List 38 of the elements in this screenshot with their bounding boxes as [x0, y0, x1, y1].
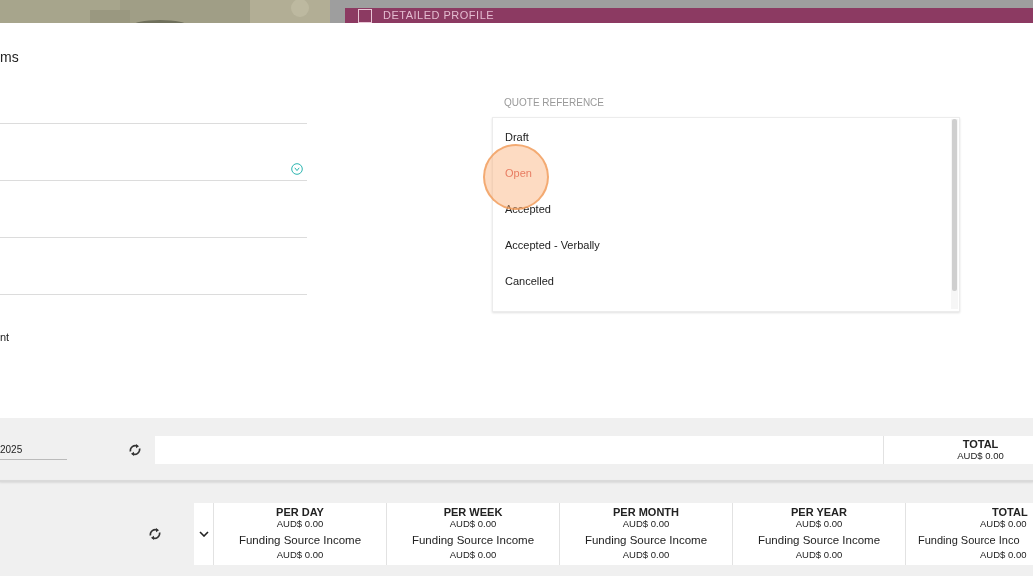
amount-text: AUD$ 0.00 [448, 549, 498, 560]
income-label: Funding Source Income [583, 533, 709, 547]
dropdown-icon [291, 163, 303, 175]
amount-text: AUD$ 0.00 [275, 549, 325, 560]
refresh-icon[interactable] [128, 443, 142, 457]
amount-text: AUD$ 0.00 [794, 518, 844, 529]
dropdown-option[interactable]: Accepted - Verbally [493, 227, 655, 263]
banner-title: DETAILED PROFILE [383, 9, 495, 22]
column-title: TOTAL [992, 506, 1028, 518]
dropdown-option[interactable]: Cancelled [493, 263, 655, 299]
chevron-down-icon [198, 531, 209, 537]
income-label: Funding Source Income [756, 533, 882, 547]
income-label: Funding Source Income [410, 533, 536, 547]
field-label: nt [0, 330, 11, 344]
income-label: Funding Source Income [237, 533, 363, 547]
amount-text: AUD$ 0.00 [980, 549, 1027, 560]
modal-title: ms [0, 49, 20, 65]
scrollbar[interactable] [951, 119, 958, 309]
date-field[interactable]: 2025 [0, 443, 67, 460]
amount-text: AUD$ 0.00 [980, 518, 1027, 529]
amount-text: AUD$ 0.00 [621, 518, 671, 529]
refresh-icon[interactable] [148, 527, 162, 541]
column-title: PER WEEK [442, 506, 504, 518]
scrollbar-thumb[interactable] [952, 119, 957, 291]
income-label: Funding Source Inco [918, 533, 1020, 547]
amount-text: AUD$ 0.00 [956, 450, 1005, 461]
column-title: PER DAY [275, 506, 325, 518]
amount-text: AUD$ 0.00 [621, 549, 671, 560]
field-label: QUOTE REFERENCE [504, 97, 605, 109]
column-title: PER YEAR [789, 506, 848, 518]
checkbox-icon [358, 9, 372, 23]
column-title: TOTAL [961, 438, 1000, 450]
amount-text: AUD$ 0.00 [448, 518, 498, 529]
column-title: PER MONTH [612, 506, 680, 518]
dropdown-option[interactable]: Accepted [493, 191, 655, 227]
dropdown-option[interactable]: Draft [493, 119, 655, 155]
amount-text: AUD$ 0.00 [794, 549, 844, 560]
amount-text: AUD$ 0.00 [275, 518, 325, 529]
